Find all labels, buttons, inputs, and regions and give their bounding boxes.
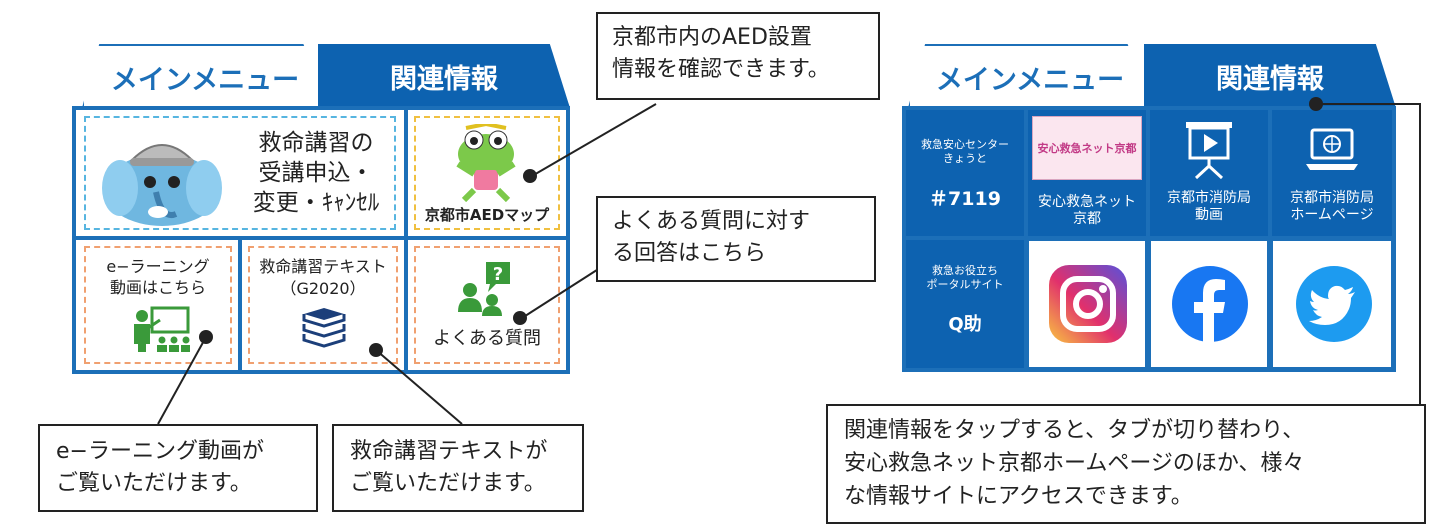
related-info-callout-line1: 関連情報をタップすると、タブが切り替わり、 <box>844 418 1305 443</box>
related-info-callout: 関連情報をタップすると、タブが切り替わり、 安心救急ネット京都ホームページのほか… <box>826 404 1426 524</box>
elearning-callout-line1: e−ラーニング動画が <box>56 439 264 464</box>
related-info-callout-line2: 安心救急ネット京都ホームページのほか、様々 <box>844 451 1305 476</box>
elearning-callout-line2: ご覧いただけます。 <box>56 470 252 496</box>
textbook-callout: 救命講習テキストが ご覧いただけます。 <box>332 424 584 512</box>
elearning-callout: e−ラーニング動画が ご覧いただけます。 <box>38 424 318 512</box>
faq-callout-line1: よくある質問に対す <box>612 209 811 234</box>
related-info-callout-line3: な情報サイトにアクセスできます。 <box>844 484 1193 509</box>
aed-callout: 京都市内のAED設置 情報を確認できます。 <box>596 12 880 100</box>
textbook-callout-line1: 救命講習テキストが <box>350 439 548 464</box>
textbook-callout-line2: ご覧いただけます。 <box>350 470 546 496</box>
faq-callout-line2: る回答はこちら <box>612 240 767 266</box>
faq-callout: よくある質問に対す る回答はこちら <box>596 196 876 282</box>
aed-callout-line2: 情報を確認できます。 <box>612 56 830 82</box>
aed-callout-line1: 京都市内のAED設置 <box>612 25 812 50</box>
